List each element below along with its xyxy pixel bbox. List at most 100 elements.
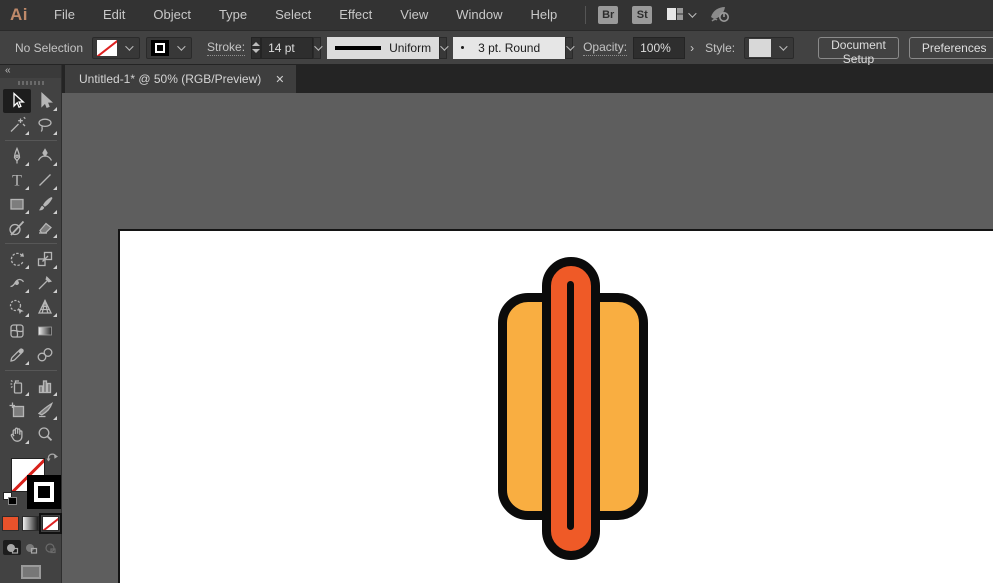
line-segment-tool[interactable]	[31, 168, 59, 192]
menu-item-help[interactable]: Help	[516, 0, 571, 30]
document-tab[interactable]: Untitled-1* @ 50% (RGB/Preview) ✕	[65, 65, 296, 93]
draw-normal-button[interactable]	[3, 540, 21, 555]
menu-item-file[interactable]: File	[40, 0, 89, 30]
control-bar: No Selection Stroke: 14 pt Uniform 3 pt.…	[0, 30, 993, 65]
stock-button[interactable]: St	[632, 6, 652, 24]
menu-item-effect[interactable]: Effect	[325, 0, 386, 30]
none-button[interactable]	[42, 516, 59, 531]
menu-item-edit[interactable]: Edit	[89, 0, 139, 30]
magic-wand-tool[interactable]	[3, 113, 31, 137]
paintbrush-tool[interactable]	[31, 192, 59, 216]
type-tool[interactable]: T	[3, 168, 31, 192]
close-tab-icon[interactable]: ✕	[275, 73, 284, 86]
gpu-performance-rocket-icon[interactable]	[708, 5, 730, 26]
style-label: Style:	[705, 41, 735, 55]
swap-fill-stroke-icon[interactable]	[46, 452, 59, 467]
column-graph-tool[interactable]	[31, 374, 59, 398]
style-swatch-icon	[749, 39, 771, 57]
artboard-tool-icon	[7, 400, 27, 420]
main-menus: FileEditObjectTypeSelectEffectViewWindow…	[40, 0, 571, 30]
lasso-tool[interactable]	[31, 113, 59, 137]
canvas-pasteboard[interactable]	[62, 93, 993, 583]
menu-item-type[interactable]: Type	[205, 0, 261, 30]
width-profile-dropdown[interactable]: Uniform	[327, 37, 439, 59]
selection-tool[interactable]	[3, 89, 31, 113]
eraser-tool[interactable]	[31, 216, 59, 240]
rotate-tool[interactable]	[3, 247, 31, 271]
menu-item-window[interactable]: Window	[442, 0, 516, 30]
shape-builder-tool-icon	[7, 297, 27, 317]
width-tool[interactable]	[3, 271, 31, 295]
menu-item-object[interactable]: Object	[139, 0, 205, 30]
perspective-grid-tool[interactable]	[31, 295, 59, 319]
eyedropper-tool[interactable]	[3, 343, 31, 367]
screen-mode-icon[interactable]	[21, 565, 41, 579]
gradient-button[interactable]	[22, 516, 39, 531]
menu-item-select[interactable]: Select	[261, 0, 325, 30]
rectangle-tool[interactable]	[3, 192, 31, 216]
zoom-tool-icon	[35, 424, 55, 444]
brush-chevron-icon[interactable]	[565, 37, 573, 59]
brush-definition-dropdown[interactable]: 3 pt. Round	[453, 37, 565, 59]
style-chevron-icon	[779, 42, 787, 50]
document-tab-bar: Untitled-1* @ 50% (RGB/Preview) ✕	[62, 65, 993, 93]
selection-tool-icon	[7, 91, 27, 111]
paintbrush-tool-icon	[35, 194, 55, 214]
stroke-weight-stepper[interactable]	[251, 37, 261, 59]
document-setup-button[interactable]: Document Setup	[818, 37, 899, 59]
slice-tool[interactable]	[31, 398, 59, 422]
bridge-button[interactable]: Br	[598, 6, 618, 24]
direct-selection-tool[interactable]	[31, 89, 59, 113]
workspace-switcher-icon[interactable]	[666, 7, 684, 24]
artboard-tool[interactable]	[3, 398, 31, 422]
shape-builder-tool[interactable]	[3, 295, 31, 319]
draw-behind-button[interactable]	[22, 540, 40, 555]
workspace-chevron-icon[interactable]	[688, 9, 696, 17]
pen-tool-icon	[7, 146, 27, 166]
color-button[interactable]	[2, 516, 19, 531]
symbol-sprayer-tool-icon	[7, 376, 27, 396]
stroke-weight-chevron-icon[interactable]	[313, 37, 321, 59]
eyedropper-tool-icon	[7, 345, 27, 365]
opacity-field[interactable]: 100%	[633, 37, 685, 59]
width-profile-chevron-icon[interactable]	[439, 37, 447, 59]
fill-color-dropdown[interactable]	[92, 37, 140, 59]
menu-item-view[interactable]: View	[386, 0, 442, 30]
hand-tool-icon	[7, 424, 27, 444]
document-area: Untitled-1* @ 50% (RGB/Preview) ✕	[62, 65, 993, 583]
tools-panel-grip[interactable]	[18, 81, 44, 85]
gradient-tool-icon	[35, 321, 55, 341]
uniform-profile-icon	[335, 46, 381, 50]
preferences-button[interactable]: Preferences	[909, 37, 993, 59]
tools-panel-header[interactable]: «	[0, 65, 61, 78]
gradient-tool[interactable]	[31, 319, 59, 343]
hot-dog-inner-line-shape[interactable]	[567, 281, 574, 530]
puppet-warp-tool[interactable]	[31, 271, 59, 295]
hand-tool[interactable]	[3, 422, 31, 446]
stroke-weight-field[interactable]: 14 pt	[261, 37, 313, 59]
draw-inside-button[interactable]	[41, 540, 59, 555]
tools-panel: « T	[0, 65, 62, 583]
opacity-arrow-icon[interactable]: ›	[685, 41, 699, 55]
opacity-panel-link[interactable]: Opacity:	[583, 40, 627, 56]
curvature-tool[interactable]	[31, 144, 59, 168]
scale-tool[interactable]	[31, 247, 59, 271]
symbol-sprayer-tool[interactable]	[3, 374, 31, 398]
column-graph-tool-icon	[35, 376, 55, 396]
selection-status: No Selection	[15, 41, 83, 55]
stroke-swatch[interactable]	[27, 475, 61, 509]
pen-tool[interactable]	[3, 144, 31, 168]
shaper-tool[interactable]	[3, 216, 31, 240]
stroke-panel-link[interactable]: Stroke:	[207, 40, 245, 56]
line-segment-tool-icon	[35, 170, 55, 190]
blend-tool[interactable]	[31, 343, 59, 367]
graphic-style-dropdown[interactable]	[744, 37, 794, 59]
default-fill-stroke-icon[interactable]	[3, 492, 17, 505]
rectangle-tool-icon	[7, 194, 27, 214]
app-logo-icon[interactable]: Ai	[0, 5, 40, 25]
stroke-color-dropdown[interactable]	[146, 37, 192, 59]
zoom-tool[interactable]	[31, 422, 59, 446]
collapse-panel-icon[interactable]: «	[5, 65, 11, 76]
mesh-tool[interactable]	[3, 319, 31, 343]
fill-chevron-icon	[125, 42, 133, 50]
